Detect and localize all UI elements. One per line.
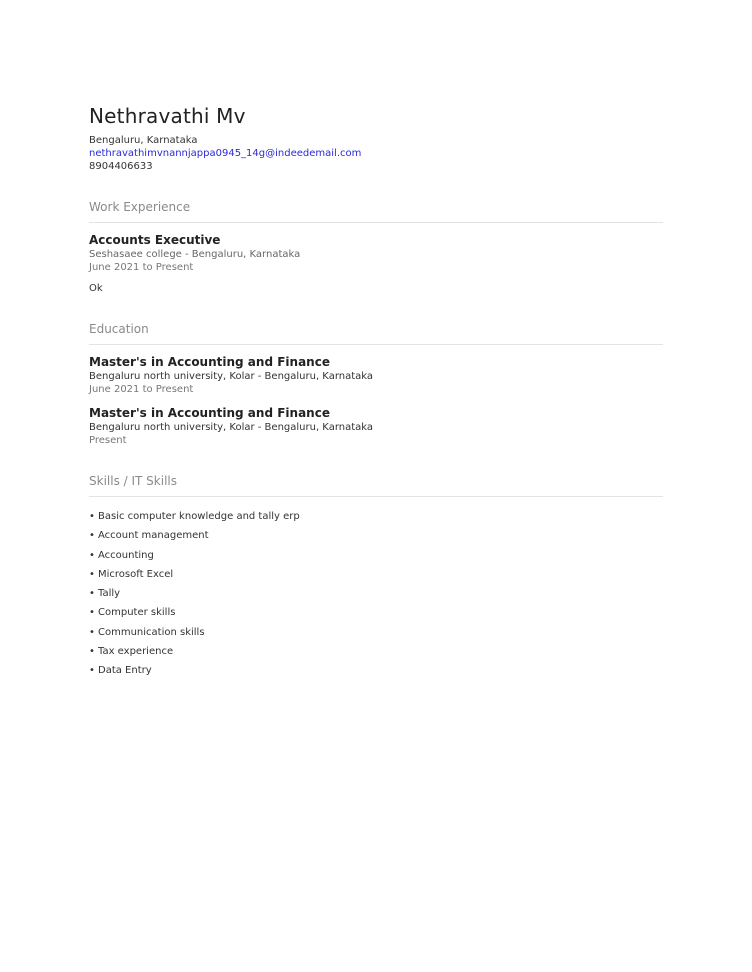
- skill-label: Data Entry: [98, 665, 152, 677]
- job-dates: June 2021 to Present: [89, 262, 194, 273]
- bullet-icon: •: [89, 626, 95, 638]
- section-title-skills: Skills / IT Skills: [89, 473, 663, 497]
- candidate-email[interactable]: nethravathimvnannjappa0945_14g@indeedema…: [89, 147, 663, 160]
- skill-item: • Basic computer knowledge and tally erp: [89, 507, 663, 526]
- skill-label: Basic computer knowledge and tally erp: [98, 511, 300, 522]
- skill-item: • Tax experience: [89, 642, 663, 661]
- skill-label: Communication skills: [98, 626, 205, 638]
- skills-list: • Basic computer knowledge and tally erp …: [89, 507, 663, 681]
- resume-content: Nethravathi Mv Bengaluru, Karnataka neth…: [89, 104, 663, 681]
- resume-page: Nethravathi Mv Bengaluru, Karnataka neth…: [0, 0, 752, 972]
- work-experience-section: Work Experience Accounts Executive Sesha…: [89, 199, 663, 295]
- skill-label: Microsoft Excel: [98, 568, 174, 580]
- skill-item: • Data Entry: [89, 661, 663, 680]
- skills-section: Skills / IT Skills • Basic computer knowl…: [89, 473, 663, 681]
- skill-item: • Computer skills: [89, 603, 663, 622]
- education-entry: Master's in Accounting and Finance Benga…: [89, 406, 663, 447]
- section-title-work: Work Experience: [89, 199, 663, 223]
- bullet-icon: •: [89, 568, 95, 580]
- bullet-icon: •: [89, 665, 95, 677]
- bullet-icon: •: [89, 646, 95, 658]
- degree-title: Master's in Accounting and Finance: [89, 355, 330, 369]
- work-entry: Accounts Executive Seshasaee college - B…: [89, 233, 663, 295]
- skill-item: • Microsoft Excel: [89, 565, 663, 584]
- skill-label: Account management: [98, 530, 209, 542]
- bullet-icon: •: [89, 511, 95, 522]
- bullet-icon: •: [89, 549, 95, 561]
- skill-label: Accounting: [98, 549, 154, 561]
- candidate-phone: 8904406633: [89, 161, 153, 172]
- skill-item: • Account management: [89, 526, 663, 545]
- skill-item: • Communication skills: [89, 623, 663, 642]
- school-name: Bengaluru north university, Kolar - Beng…: [89, 422, 374, 433]
- education-entry: Master's in Accounting and Finance Benga…: [89, 355, 663, 396]
- skill-label: Computer skills: [98, 607, 176, 619]
- skill-label: Tax experience: [98, 646, 174, 658]
- resume-header: Nethravathi Mv Bengaluru, Karnataka neth…: [89, 104, 663, 173]
- candidate-name: Nethravathi Mv: [89, 104, 246, 128]
- bullet-icon: •: [89, 607, 95, 619]
- education-section: Education Master's in Accounting and Fin…: [89, 321, 663, 447]
- skill-item: • Tally: [89, 584, 663, 603]
- job-title: Accounts Executive: [89, 233, 221, 247]
- school-name: Bengaluru north university, Kolar - Beng…: [89, 371, 374, 382]
- candidate-location: Bengaluru, Karnataka: [89, 135, 198, 146]
- job-description: Ok: [89, 283, 103, 294]
- skill-item: • Accounting: [89, 546, 663, 565]
- section-title-education: Education: [89, 321, 663, 345]
- education-dates: June 2021 to Present: [89, 384, 194, 395]
- degree-title: Master's in Accounting and Finance: [89, 406, 330, 420]
- bullet-icon: •: [89, 530, 95, 542]
- skill-label: Tally: [98, 588, 121, 600]
- job-company: Seshasaee college - Bengaluru, Karnataka: [89, 249, 301, 260]
- education-dates: Present: [89, 435, 127, 446]
- bullet-icon: •: [89, 588, 95, 600]
